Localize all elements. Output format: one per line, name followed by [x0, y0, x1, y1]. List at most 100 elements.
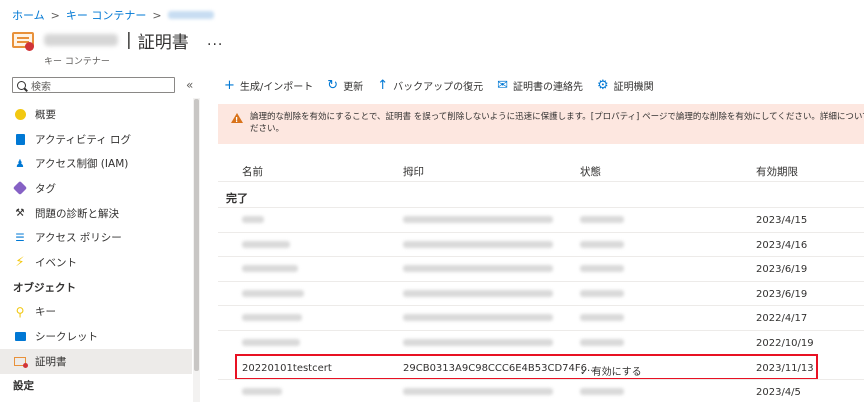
sidebar-item-activity-log[interactable]: アクティビティ ログ: [0, 127, 192, 152]
thumbprint-redacted: [403, 289, 553, 297]
soft-delete-warning-banner: 論理的な削除を有効にすることで、証明書 を誤って削除しないように迅速に保護します…: [218, 104, 864, 144]
generate-import-button[interactable]: + 生成/インポート: [224, 78, 313, 93]
certificate-table: 2023/4/15 2023/4/16 2023/6/19 2023/6/19 …: [218, 207, 864, 402]
name-redacted: [242, 338, 300, 346]
sidebar-item-diagnose[interactable]: ⚒ 問題の診断と解決: [0, 201, 192, 226]
page-title: | 証明書: [44, 28, 189, 53]
wrench-icon: ⚒: [15, 207, 25, 220]
expires-cell: 2022/4/17: [756, 313, 808, 325]
breadcrumb: ホーム > キー コンテナー >: [12, 7, 214, 23]
table-row[interactable]: 2022/4/17: [218, 305, 864, 330]
search-icon: [17, 80, 26, 90]
certificate-authorities-button[interactable]: ⚙ 証明機関: [597, 78, 654, 93]
tag-icon: [12, 181, 28, 196]
thumbprint-redacted: [403, 338, 553, 346]
name-redacted: [242, 216, 264, 223]
bolt-icon: ⚡: [15, 254, 25, 270]
thumbprint-redacted: [403, 314, 553, 322]
list-icon: ☰: [15, 231, 25, 244]
sidebar-item-tags[interactable]: タグ: [0, 176, 192, 201]
refresh-icon: ↻: [327, 78, 339, 93]
overview-icon: [13, 107, 27, 121]
collapse-sidebar-button[interactable]: «: [186, 78, 193, 92]
name-redacted: [242, 240, 290, 248]
search-input[interactable]: 検索: [12, 77, 175, 93]
mail-icon: ✉: [497, 78, 508, 93]
sidebar-nav: 概要 アクティビティ ログ ♟ アクセス制御 (IAM) タグ ⚒ 問題の診断と解決…: [0, 102, 192, 398]
command-bar: + 生成/インポート ↻ 更新 ↑ バックアップの復元 ✉ 証明書の連絡先 ⚙ 証明機関: [224, 78, 654, 93]
expires-cell: 2023/4/15: [756, 215, 808, 226]
banner-text-line2: ださい。: [250, 124, 285, 134]
upload-icon: ↑: [377, 78, 389, 93]
table-row[interactable]: 2023/6/19: [218, 280, 864, 306]
expires-cell: 2023/6/19: [756, 288, 808, 300]
table-row-highlighted[interactable]: 20220101testcert 29CB0313A9C98CCC6E4B53C…: [235, 353, 818, 381]
thumbprint-redacted: [403, 216, 553, 223]
group-completed: 完了: [226, 192, 248, 205]
expires-cell: 2023/6/19: [756, 264, 808, 276]
warning-icon: [231, 113, 243, 126]
restore-backup-button[interactable]: ↑ バックアップの復元: [377, 78, 483, 93]
checkmark-icon: ✓: [580, 366, 589, 378]
thumbprint-cell: 29CB0313A9C98CCC6E4B53CD74F6...: [403, 362, 597, 374]
sidebar-scrollbar[interactable]: [193, 98, 200, 402]
people-icon: ♟: [15, 157, 25, 170]
settings-sliders-icon: ⚙: [597, 78, 609, 93]
status-redacted: [580, 388, 624, 396]
status-redacted: [580, 240, 624, 248]
name-redacted: [242, 265, 298, 273]
sidebar-item-iam[interactable]: ♟ アクセス制御 (IAM): [0, 151, 192, 176]
status-redacted: [580, 338, 624, 346]
sidebar: 検索 « 概要 アクティビティ ログ ♟ アクセス制御 (IAM) タグ ⚒ 問題の…: [0, 74, 205, 402]
certificate-icon: [12, 32, 38, 54]
column-header-expires[interactable]: 有効期限: [756, 164, 798, 179]
table-row[interactable]: 2022/10/19: [218, 329, 864, 355]
sidebar-item-access-policies[interactable]: ☰ アクセス ポリシー: [0, 225, 192, 250]
secret-icon: [13, 330, 27, 344]
expires-cell: 2022/10/19: [756, 337, 814, 349]
table-row[interactable]: 2023/6/19: [218, 256, 864, 281]
plus-icon: +: [224, 78, 235, 93]
status-redacted: [580, 265, 624, 273]
sidebar-item-events[interactable]: ⚡ イベント: [0, 250, 192, 275]
sidebar-item-overview[interactable]: 概要: [0, 102, 192, 127]
table-row[interactable]: 2023/4/16: [218, 231, 864, 257]
sidebar-item-certificates[interactable]: 証明書: [0, 348, 192, 374]
breadcrumb-key-vault[interactable]: キー コンテナー: [66, 7, 147, 23]
name-redacted: [242, 314, 302, 322]
key-icon: ⚲: [15, 304, 25, 319]
name-redacted: [242, 388, 282, 396]
expires-cell: 2023/4/5: [756, 387, 801, 399]
table-row[interactable]: 2023/4/5: [218, 379, 864, 402]
sidebar-item-keys[interactable]: ⚲ キー: [0, 300, 192, 325]
activity-log-icon: [13, 132, 27, 146]
breadcrumb-separator: >: [50, 8, 60, 22]
column-header-status[interactable]: 状態: [580, 164, 601, 179]
column-header-name[interactable]: 名前: [242, 164, 263, 179]
cert-name-cell[interactable]: 20220101testcert: [242, 363, 332, 374]
column-header-thumbprint[interactable]: 拇印: [403, 164, 424, 179]
thumbprint-redacted: [403, 240, 553, 248]
breadcrumb-vault-name-redacted[interactable]: [167, 11, 214, 19]
sidebar-item-secrets[interactable]: シークレット: [0, 324, 192, 349]
page-title-text: 証明書: [137, 32, 189, 53]
scrollbar-thumb[interactable]: [194, 99, 199, 371]
breadcrumb-separator: >: [152, 8, 162, 22]
app-root: ホーム > キー コンテナー > | 証明書 キー コンテナー ... 検索 «…: [0, 0, 864, 402]
sidebar-section-settings: 設定: [13, 380, 34, 393]
more-options-button[interactable]: ...: [207, 33, 223, 49]
status-redacted: [580, 289, 624, 297]
breadcrumb-home[interactable]: ホーム: [12, 7, 45, 23]
thumbprint-redacted: [403, 388, 553, 396]
thumbprint-redacted: [403, 265, 553, 273]
status-redacted: [580, 314, 624, 322]
table-row[interactable]: 2023/4/15: [218, 207, 864, 232]
expires-cell: 2023/11/13: [756, 362, 814, 374]
search-placeholder: 検索: [31, 81, 51, 93]
name-redacted: [242, 289, 304, 297]
table-header: 名前 拇印 状態 有効期限: [218, 156, 864, 182]
page-subtitle: キー コンテナー: [44, 57, 110, 67]
expires-cell: 2023/4/16: [756, 239, 808, 251]
certificate-contacts-button[interactable]: ✉ 証明書の連絡先: [497, 78, 583, 93]
refresh-button[interactable]: ↻ 更新: [327, 78, 363, 93]
